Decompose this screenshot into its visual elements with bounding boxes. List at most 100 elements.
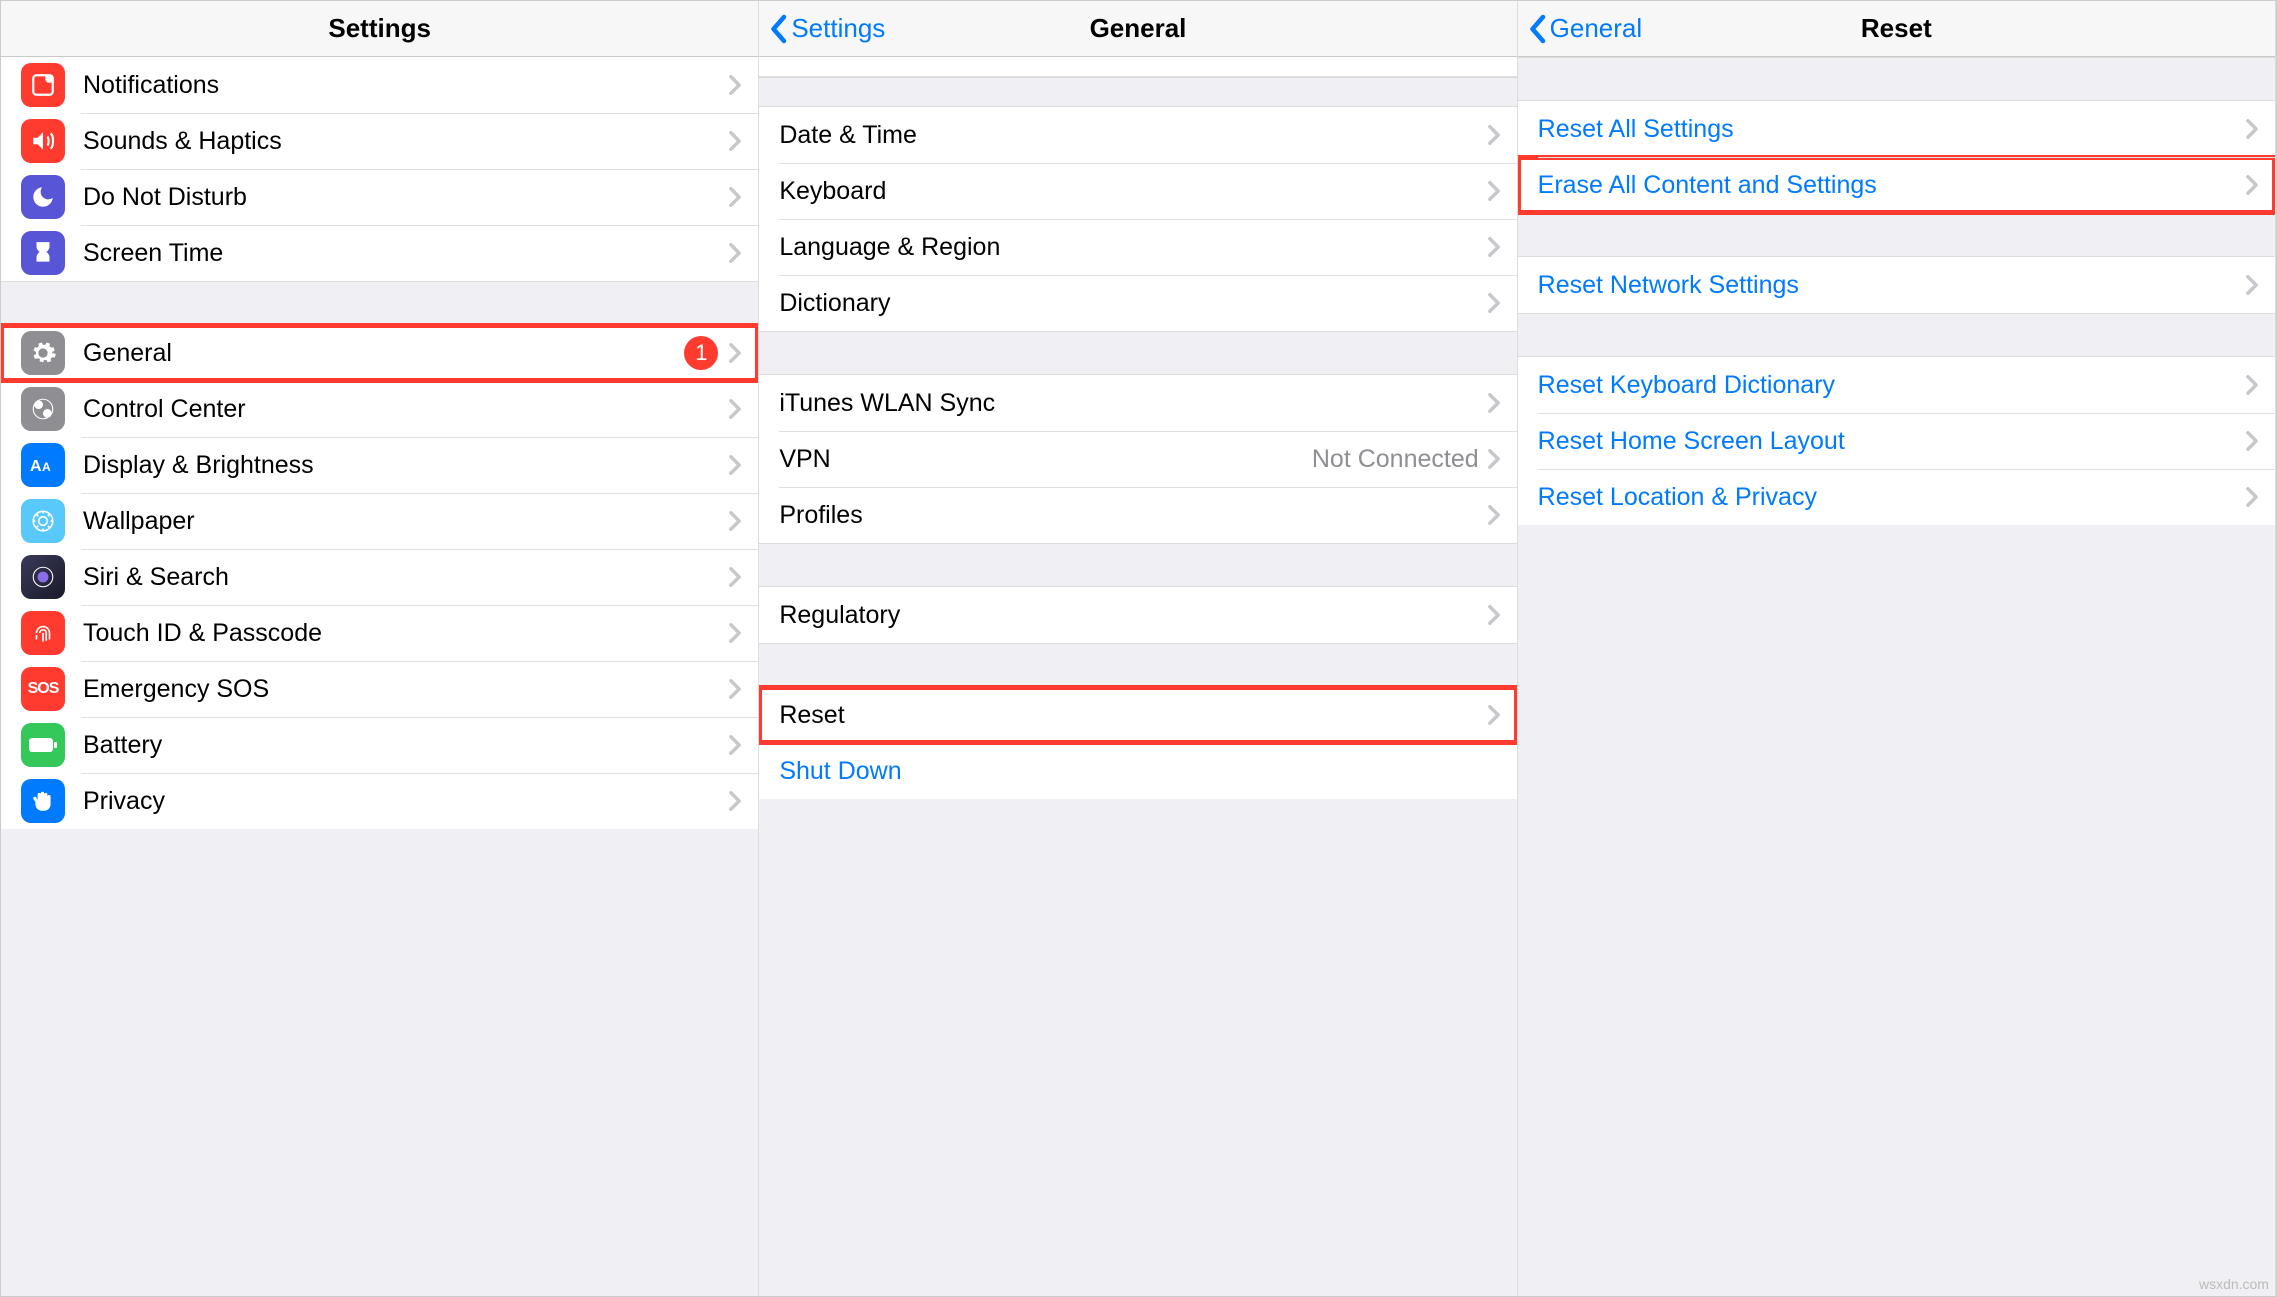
row-screen-time[interactable]: Screen Time: [1, 225, 758, 281]
chevron-right-icon: [2245, 118, 2259, 140]
row-itunes-wlan-sync[interactable]: iTunes WLAN Sync: [759, 375, 1516, 431]
separator: [81, 437, 758, 438]
row-battery[interactable]: Battery: [1, 717, 758, 773]
chevron-right-icon: [2245, 486, 2259, 508]
row-siri-search[interactable]: Siri & Search: [1, 549, 758, 605]
control-icon: [21, 387, 65, 431]
row-touch-id-passcode[interactable]: Touch ID & Passcode: [1, 605, 758, 661]
separator: [779, 743, 1516, 744]
separator: [81, 605, 758, 606]
row-emergency-sos[interactable]: SOSEmergency SOS: [1, 661, 758, 717]
back-to-settings[interactable]: Settings: [769, 13, 885, 44]
chevron-right-icon: [2245, 174, 2259, 196]
row-reset-all-settings[interactable]: Reset All Settings: [1518, 101, 2275, 157]
row-profiles[interactable]: Profiles: [759, 487, 1516, 543]
screentime-icon: [21, 231, 65, 275]
general-header: Settings General: [759, 1, 1516, 57]
section-gap: [1518, 313, 2275, 357]
row-erase-all-content-and-settings[interactable]: Erase All Content and Settings: [1518, 157, 2275, 213]
separator: [81, 113, 758, 114]
chevron-right-icon: [728, 622, 742, 644]
row-keyboard[interactable]: Keyboard: [759, 163, 1516, 219]
section-gap: [759, 331, 1516, 375]
dnd-icon: [21, 175, 65, 219]
row-sounds-haptics[interactable]: Sounds & Haptics: [1, 113, 758, 169]
row-label: Reset: [779, 701, 1486, 730]
chevron-right-icon: [1487, 124, 1501, 146]
row-label: Reset All Settings: [1538, 115, 2245, 144]
separator: [81, 225, 758, 226]
row-reset-network-settings[interactable]: Reset Network Settings: [1518, 257, 2275, 313]
chevron-right-icon: [728, 566, 742, 588]
general-title: General: [1090, 13, 1187, 44]
general-group-1: Date & Time Keyboard Language & RegionDict…: [759, 107, 1516, 331]
battery-icon: [21, 723, 65, 767]
row-label: Reset Home Screen Layout: [1538, 427, 2245, 456]
reset-panel: General Reset Reset All SettingsErase Al…: [1518, 1, 2276, 1296]
reset-group-2: Reset Network Settings: [1518, 257, 2275, 313]
separator: [1538, 469, 2275, 470]
general-group-2: iTunes WLAN Sync VPNNot Connected Profiles: [759, 375, 1516, 543]
settings-title: Settings: [328, 13, 431, 44]
row-label: Do Not Disturb: [83, 183, 728, 212]
row-label: Reset Keyboard Dictionary: [1538, 371, 2245, 400]
separator: [81, 381, 758, 382]
chevron-right-icon: [1487, 704, 1501, 726]
chevron-right-icon: [1487, 292, 1501, 314]
chevron-right-icon: [728, 510, 742, 532]
row-regulatory[interactable]: Regulatory: [759, 587, 1516, 643]
row-dictionary[interactable]: Dictionary: [759, 275, 1516, 331]
sounds-icon: [21, 119, 65, 163]
row-language-region[interactable]: Language & Region: [759, 219, 1516, 275]
chevron-right-icon: [728, 342, 742, 364]
chevron-right-icon: [728, 398, 742, 420]
row-label: Battery: [83, 731, 728, 760]
row-notifications[interactable]: Notifications: [1, 57, 758, 113]
row-privacy[interactable]: Privacy: [1, 773, 758, 829]
separator: [779, 163, 1516, 164]
settings-panel: Settings NotificationsSounds & Haptics Do…: [1, 1, 759, 1296]
row-do-not-disturb[interactable]: Do Not Disturb: [1, 169, 758, 225]
separator: [779, 487, 1516, 488]
row-label: Touch ID & Passcode: [83, 619, 728, 648]
row-display-brightness[interactable]: AA Display & Brightness: [1, 437, 758, 493]
row-general[interactable]: General1: [1, 325, 758, 381]
chevron-right-icon: [1487, 504, 1501, 526]
row-vpn[interactable]: VPNNot Connected: [759, 431, 1516, 487]
siri-icon: [21, 555, 65, 599]
chevron-right-icon: [728, 186, 742, 208]
separator: [779, 219, 1516, 220]
section-gap: [1518, 57, 2275, 101]
row-reset[interactable]: Reset: [759, 687, 1516, 743]
separator: [81, 169, 758, 170]
back-to-general[interactable]: General: [1528, 13, 1643, 44]
row-shut-down[interactable]: Shut Down: [759, 743, 1516, 799]
row-label: iTunes WLAN Sync: [779, 389, 1486, 418]
row-label: Profiles: [779, 501, 1486, 530]
row-date-time[interactable]: Date & Time: [759, 107, 1516, 163]
back-label: General: [1550, 13, 1643, 44]
general-icon: [21, 331, 65, 375]
separator: [1538, 157, 2275, 158]
watermark: wsxdn.com: [2199, 1276, 2269, 1292]
chevron-right-icon: [1487, 448, 1501, 470]
row-label: Keyboard: [779, 177, 1486, 206]
row-reset-location-privacy[interactable]: Reset Location & Privacy: [1518, 469, 2275, 525]
row-label: Erase All Content and Settings: [1538, 171, 2245, 200]
row-control-center[interactable]: Control Center: [1, 381, 758, 437]
settings-group-2: General1Control Center AA Display & Bright…: [1, 325, 758, 829]
privacy-icon: [21, 779, 65, 823]
row-reset-keyboard-dictionary[interactable]: Reset Keyboard Dictionary: [1518, 357, 2275, 413]
row-detail: Not Connected: [1312, 445, 1479, 474]
chevron-right-icon: [1487, 236, 1501, 258]
display-icon: AA: [21, 443, 65, 487]
separator: [81, 493, 758, 494]
row-wallpaper[interactable]: Wallpaper: [1, 493, 758, 549]
badge: 1: [684, 336, 718, 370]
row-label: Display & Brightness: [83, 451, 728, 480]
notifications-icon: [21, 63, 65, 107]
svg-text:A: A: [30, 458, 42, 475]
row-reset-home-screen-layout[interactable]: Reset Home Screen Layout: [1518, 413, 2275, 469]
row-label: Reset Network Settings: [1538, 271, 2245, 300]
chevron-right-icon: [728, 454, 742, 476]
